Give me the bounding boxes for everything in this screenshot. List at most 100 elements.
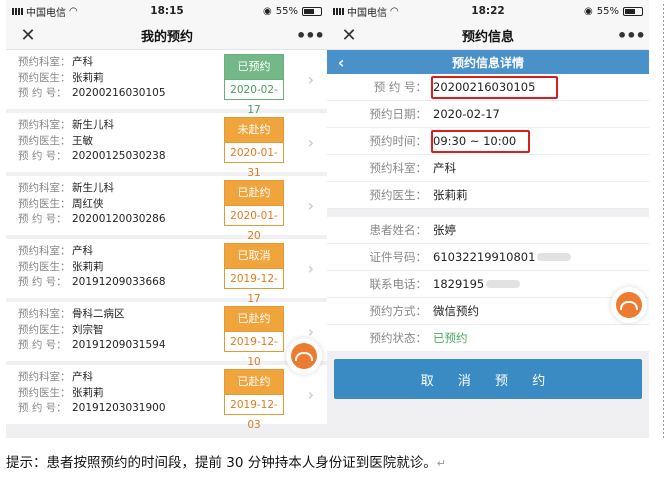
redacted-mask xyxy=(537,253,572,261)
field-label: 预 约 号： xyxy=(18,213,67,225)
field-value: 刘宗智 xyxy=(72,323,104,336)
section-divider xyxy=(327,209,649,217)
status-date: 2019-12-03 xyxy=(225,394,283,431)
tip-text: 提示：患者按照预约的时间段，提前 30 分钟持本人身份证到医院就诊。↵ xyxy=(6,451,446,471)
appointment-card[interactable]: 预约科室： 新生儿科 预约医生： 王敏预 约 号： 20200125030238 未赴约 2… xyxy=(6,113,328,179)
status-label: 未赴约 xyxy=(225,118,283,142)
detail-row: 预约时间： 09:30 ~ 10:00 xyxy=(327,128,649,155)
page-title: 我的预约 xyxy=(140,30,193,45)
paragraph-mark: ↵ xyxy=(436,457,446,470)
detail-value: 61032219910801 xyxy=(433,250,536,264)
status-label: 已赴约 xyxy=(225,181,283,205)
assistant-logo-icon xyxy=(616,292,642,318)
detail-row: 预约医生： 张莉莉 xyxy=(327,182,649,209)
status-badge: 已取消 2019-12-17 xyxy=(224,243,284,305)
floating-assistant-button[interactable] xyxy=(286,338,322,374)
field-label: 预 约 号： xyxy=(18,276,67,288)
field-label: 预约科室： xyxy=(18,119,71,131)
detail-value: 1829195 xyxy=(433,277,485,291)
detail-label: 预约方式： xyxy=(369,304,428,318)
field-value: 产科 xyxy=(72,245,93,257)
status-label: 已预约 xyxy=(225,55,283,79)
wifi-icon: ◠ xyxy=(69,5,78,17)
field-label: 预 约 号： xyxy=(18,402,67,414)
status-date: 2020-02-17 xyxy=(225,79,283,116)
detail-header: ‹ 预约信息详情 xyxy=(327,50,649,74)
detail-label: 预约状态： xyxy=(369,331,428,345)
field-value: 张莉莉 xyxy=(72,386,104,399)
detail-row: 预约日期： 2020-02-17 xyxy=(327,101,649,128)
chevron-right-icon: › xyxy=(307,70,314,89)
field-label: 预约医生： xyxy=(18,197,71,210)
field-value: 20191209031594 xyxy=(72,339,166,351)
close-icon[interactable]: ✕ xyxy=(18,26,38,45)
field-label: 预约科室： xyxy=(18,371,71,383)
field-value: 王敏 xyxy=(72,134,93,147)
status-badge: 未赴约 2020-01-31 xyxy=(224,117,284,179)
status-badge: 已预约 2020-02-17 xyxy=(224,54,284,116)
detail-row: 联系电话： 1829195 xyxy=(327,271,649,298)
status-label: 已赴约 xyxy=(225,307,283,331)
appointment-card[interactable]: 预约科室： 产科 预约医生： 张莉莉预 约 号： 20191209033668 已取消 20… xyxy=(6,239,328,305)
field-label: 预 约 号： xyxy=(18,87,67,99)
field-label: 预约医生： xyxy=(18,260,71,273)
battery-icon xyxy=(302,6,322,16)
rotation-lock-icon: ◉ xyxy=(263,5,272,17)
detail-label: 证件号码： xyxy=(369,250,428,264)
status-bar: 中国电信 ◠ 18:15 ◉ 55% xyxy=(6,0,328,22)
field-label: 预 约 号： xyxy=(18,150,67,162)
field-value: 产科 xyxy=(72,371,93,383)
field-value: 20200125030238 xyxy=(72,150,166,162)
detail-label: 患者姓名： xyxy=(369,223,428,237)
status-badge: 已赴约 2019-12-03 xyxy=(224,369,284,431)
field-value: 张莉莉 xyxy=(72,71,104,84)
status-badge: 已赴约 2019-12-10 xyxy=(224,306,284,368)
detail-row: 证件号码： 61032219910801 xyxy=(327,244,649,271)
page-title: 预约信息 xyxy=(461,30,514,45)
field-label: 预约医生： xyxy=(18,134,71,147)
more-icon[interactable]: ••• xyxy=(617,27,646,44)
field-label: 预约医生： xyxy=(18,386,71,399)
status-label: 已赴约 xyxy=(225,370,283,394)
floating-assistant-button[interactable] xyxy=(611,287,647,323)
field-value: 产科 xyxy=(72,56,93,68)
detail-label: 预约日期： xyxy=(369,107,428,121)
detail-value: 产科 xyxy=(433,161,456,175)
detail-value: 张婷 xyxy=(433,223,456,237)
battery-icon xyxy=(623,6,643,16)
field-value: 新生儿科 xyxy=(72,182,114,194)
carrier-name: 中国电信 xyxy=(26,7,66,19)
field-value: 20200216030105 xyxy=(72,87,166,99)
appointment-list: 预约科室： 产科 预约医生： 张莉莉预 约 号： 20200216030105 已预约 20… xyxy=(6,50,328,431)
detail-label: 预 约 号： xyxy=(373,80,427,94)
detail-value: 张莉莉 xyxy=(433,188,468,202)
appointment-card[interactable]: 预约科室： 骨科二病区 预约医生： 刘宗智预 约 号： 20191209031594 已赴… xyxy=(6,302,328,368)
carrier-name: 中国电信 xyxy=(347,7,387,19)
chevron-left-icon[interactable]: ‹ xyxy=(327,53,355,72)
more-icon[interactable]: ••• xyxy=(296,27,325,44)
status-date: 2020-01-20 xyxy=(225,205,283,242)
field-label: 预约科室： xyxy=(18,245,71,257)
detail-label: 预约时间： xyxy=(369,134,428,148)
highlight-box xyxy=(431,76,558,99)
chevron-right-icon: › xyxy=(307,259,314,278)
appointment-card[interactable]: 预约科室： 产科 预约医生： 张莉莉预 约 号： 20191203031900 已赴约 20… xyxy=(6,365,328,431)
close-icon[interactable]: ✕ xyxy=(339,26,359,45)
cancel-appointment-button[interactable]: 取 消 预 约 xyxy=(334,359,642,399)
detail-title: 预约信息详情 xyxy=(451,55,524,70)
field-value: 20191209033668 xyxy=(72,276,166,288)
field-label: 预约医生： xyxy=(18,71,71,84)
appointment-card[interactable]: 预约科室： 产科 预约医生： 张莉莉预 约 号： 20200216030105 已预约 20… xyxy=(6,50,328,116)
tip-content: 提示：患者按照预约的时间段，提前 30 分钟持本人身份证到医院就诊。 xyxy=(6,455,437,471)
battery-percent: 55% xyxy=(596,5,619,17)
detail-row: 预 约 号： 20200216030105 xyxy=(327,74,649,101)
field-value: 20191203031900 xyxy=(72,402,166,414)
page-margin-rule xyxy=(663,4,664,440)
nav-bar: ✕ 预约信息 ••• xyxy=(327,22,649,50)
field-label: 预约科室： xyxy=(18,56,71,68)
redacted-mask xyxy=(486,280,521,288)
wifi-icon: ◠ xyxy=(390,5,399,17)
detail-value: 已预约 xyxy=(433,331,468,345)
appointment-card[interactable]: 预约科室： 新生儿科 预约医生： 周红侠预 约 号： 20200120030286 已赴约… xyxy=(6,176,328,242)
status-bar: 中国电信 ◠ 18:22 ◉ 55% xyxy=(327,0,649,22)
